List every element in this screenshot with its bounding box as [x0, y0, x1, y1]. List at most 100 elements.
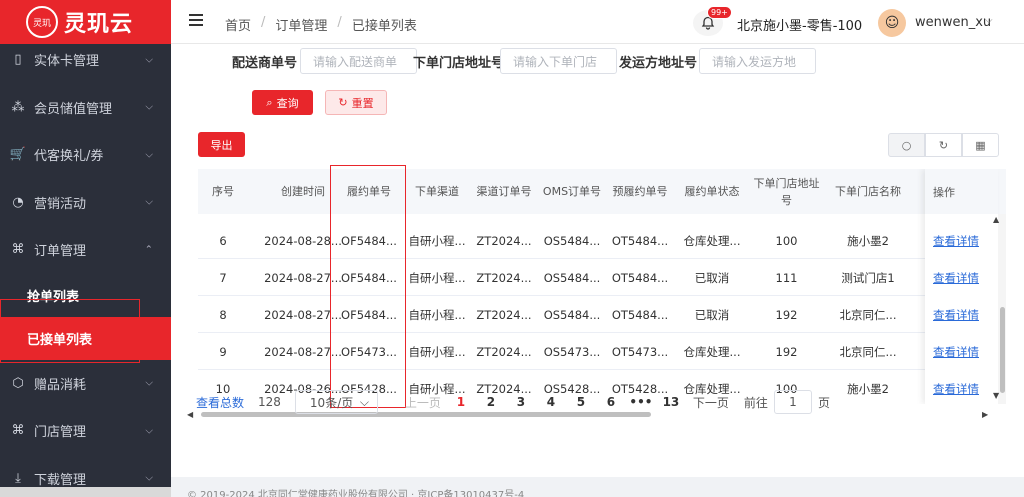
notification-bell-icon[interactable]: 99+: [693, 6, 732, 36]
view-details-link[interactable]: 查看详情: [933, 259, 979, 296]
table-cell: OT5473...: [611, 344, 669, 359]
breadcrumb-separator: /: [261, 15, 266, 30]
table-cell: ZT2024...: [476, 233, 532, 248]
table-row[interactable]: 6 2024-08-28... OF5484... 自研小程... ZT2024... O…: [198, 222, 1006, 259]
table-cell: 自研小程...: [408, 307, 466, 322]
card-icon: ▯: [14, 52, 22, 68]
sidebar-item[interactable]: ⌘ 门店管理 ⌵: [0, 407, 171, 455]
sidebar-item[interactable]: ◔ 营销活动 ⌵: [0, 179, 171, 227]
table-cell: 自研小程...: [408, 233, 466, 248]
refresh-icon[interactable]: ↻: [925, 133, 962, 157]
table-cell: 仓库处理...: [683, 344, 741, 359]
chevron-icon: ⌵: [145, 196, 153, 208]
store-name[interactable]: 北京施小墨-零售-100: [737, 15, 862, 34]
page-number[interactable]: 2: [476, 395, 506, 409]
total-count: 128: [258, 395, 281, 409]
column-header: 下单渠道: [415, 185, 459, 198]
sidebar-item-label: 赠品消耗: [34, 377, 87, 393]
username[interactable]: wenwen_xu: [915, 15, 991, 30]
refresh-icon: ↻: [338, 96, 348, 109]
page-number[interactable]: 1: [446, 395, 476, 409]
page-number[interactable]: 13: [656, 395, 686, 409]
page-number[interactable]: 4: [536, 395, 566, 409]
breadcrumb-separator: /: [337, 15, 342, 30]
view-details-link[interactable]: 查看详情: [933, 333, 979, 370]
sidebar-item-label: 订单管理: [34, 244, 87, 260]
prev-page-button[interactable]: 上一页: [400, 394, 446, 411]
app-logo[interactable]: 灵玑 灵玑云: [0, 0, 171, 44]
chevron-down-icon[interactable]: ⌵: [985, 15, 993, 26]
top-header: 首页 / 订单管理 / 已接单列表 99+ 北京施小墨-零售-100 ☺ wen…: [171, 0, 1024, 44]
total-label[interactable]: 查看总数: [196, 394, 244, 411]
sidebar: ▯ 实体卡管理 ⌵ ⁂ 会员储值管理 ⌵ 🛒 代客换礼/券 ⌵ ◔ 营销活动 ⌵ ⌘ 订单管理 ⌃ 抢单列表已…: [0, 0, 171, 497]
vertical-scrollbar[interactable]: [998, 214, 1006, 404]
sidebar-item[interactable]: ⁂ 会员储值管理 ⌵: [0, 84, 171, 132]
table-cell: ZT2024...: [476, 270, 532, 285]
chevron-down-icon: ⌵: [359, 394, 369, 409]
reset-button-label: 重置: [351, 96, 374, 110]
column-header: 下单门店名称: [835, 185, 901, 198]
view-details-link[interactable]: 查看详情: [933, 222, 979, 259]
more-pages-icon[interactable]: •••: [626, 395, 656, 409]
shipper-address-input[interactable]: 请输入发运方地: [699, 48, 816, 74]
page-number[interactable]: 3: [506, 395, 536, 409]
members-icon: ⁂: [11, 99, 25, 115]
breadcrumb-current: 已接单列表: [351, 19, 417, 34]
scroll-right-arrow-icon[interactable]: ▶: [982, 410, 988, 419]
highlight-box: [330, 165, 406, 408]
export-button[interactable]: 导出: [198, 132, 245, 157]
search-toggle-icon[interactable]: ○: [888, 133, 925, 157]
table-cell: OS5484...: [543, 233, 601, 248]
table-cell: OS5473...: [543, 344, 601, 359]
breadcrumb: 首页 / 订单管理 / 已接单列表: [225, 15, 417, 34]
table-cell: ZT2024...: [476, 307, 532, 322]
table-cell: 已取消: [694, 307, 730, 322]
page-size-select[interactable]: 10条/页 ⌵: [294, 390, 378, 414]
reset-button[interactable]: ↻ 重置: [325, 90, 387, 115]
sidebar-item[interactable]: 🛒 代客换礼/券 ⌵: [0, 131, 171, 179]
columns-icon[interactable]: ▦: [962, 133, 999, 157]
page-list: 1 2 3 4 5 6 ••• 13: [446, 395, 686, 409]
filter-label-shipper-address: 发运方地址号: [619, 56, 698, 71]
page-number[interactable]: 6: [596, 395, 626, 409]
next-page-button[interactable]: 下一页: [686, 394, 736, 411]
distributor-no-input[interactable]: 请输入配送商单: [300, 48, 417, 74]
table-cell: 仓库处理...: [683, 233, 741, 248]
table-cell: 9: [219, 344, 227, 359]
view-details-link[interactable]: 查看详情: [933, 370, 979, 404]
app-name: 灵玑云: [64, 12, 134, 37]
breadcrumb-orders[interactable]: 订单管理: [275, 15, 327, 34]
scroll-up-arrow-icon[interactable]: ▲: [993, 215, 999, 224]
download-icon: ⤓: [15, 470, 21, 486]
action-column: 操作 查看详情 查看详情 查看详情 查看详情 查看详情: [925, 169, 998, 404]
table-body: 6 2024-08-28... OF5484... 自研小程... ZT2024... O…: [198, 222, 1006, 404]
page-number[interactable]: 5: [566, 395, 596, 409]
table-row[interactable]: 9 2024-08-27... OF5473... 自研小程... ZT2024... O…: [198, 333, 1006, 370]
query-button[interactable]: ⌕ 查询: [252, 90, 313, 115]
filter-label-distributor: 配送商单号: [232, 56, 298, 71]
user-avatar[interactable]: ☺: [878, 9, 906, 37]
copyright-footer: © 2019-2024 北京同仁堂健康药业股份有限公司 · 京ICP备13010…: [187, 490, 525, 497]
store-address-input[interactable]: 请输入下单门店: [500, 48, 617, 74]
sidebar-item[interactable]: ⬡ 赠品消耗 ⌵: [0, 360, 171, 408]
table-row[interactable]: 7 2024-08-27... OF5484... 自研小程... ZT2024... O…: [198, 259, 1006, 296]
table-cell: 100: [775, 233, 798, 248]
jump-page-input[interactable]: 1: [773, 390, 812, 414]
highlight-box: [0, 299, 140, 363]
table-cell: OS5484...: [543, 270, 601, 285]
scroll-left-arrow-icon[interactable]: ◀: [187, 410, 193, 419]
menu-fold-icon[interactable]: [189, 14, 203, 28]
breadcrumb-home[interactable]: 首页: [225, 15, 251, 34]
view-details-link[interactable]: 查看详情: [933, 296, 979, 333]
chevron-icon: ⌵: [145, 101, 153, 113]
chevron-icon: ⌵: [145, 472, 153, 484]
table-cell: ZT2024...: [476, 344, 532, 359]
search-icon: ⌕: [266, 95, 273, 109]
pagination: 查看总数 128 10条/页 ⌵ 上一页 1 2 3 4 5 6 ••• 13 下一页 前往 …: [196, 390, 830, 414]
vertical-scroll-thumb[interactable]: [1000, 307, 1005, 393]
table-cell: 自研小程...: [408, 344, 466, 359]
column-header: 下单门店地址号: [753, 176, 820, 207]
scroll-down-arrow-icon[interactable]: ▼: [993, 391, 999, 400]
table-row[interactable]: 8 2024-08-27... OF5484... 自研小程... ZT2024... O…: [198, 296, 1006, 333]
sidebar-item[interactable]: ⌘ 订单管理 ⌃: [0, 226, 171, 274]
